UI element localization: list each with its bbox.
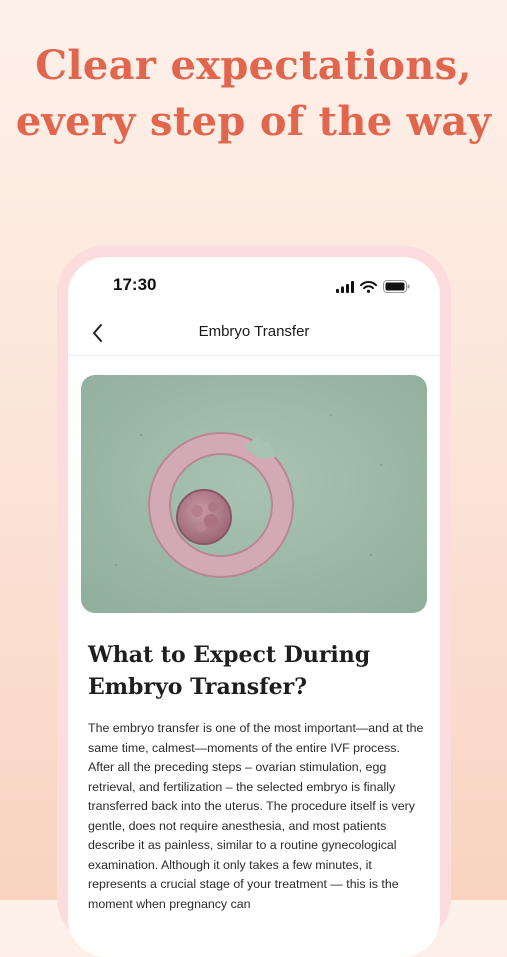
phone-screen: 17:30 Embryo Transfer What to Expect Dur… [68,257,440,957]
battery-icon [383,280,410,293]
nav-title: Embryo Transfer [198,323,310,340]
status-icons [336,280,410,293]
hero-image [81,375,427,613]
wifi-icon [360,280,377,293]
status-bar: 17:30 [68,257,440,317]
article-title: What to Expect During Embryo Transfer? [88,642,371,700]
embryo-micrograph [81,375,427,613]
promo-headline: Clear expectations, every step of the wa… [15,42,492,145]
status-time: 17:30 [113,275,157,294]
article-body: The embryo transfer is one of the most i… [88,721,424,911]
signal-icon [336,280,354,293]
nav-bar: Embryo Transfer [68,313,440,356]
